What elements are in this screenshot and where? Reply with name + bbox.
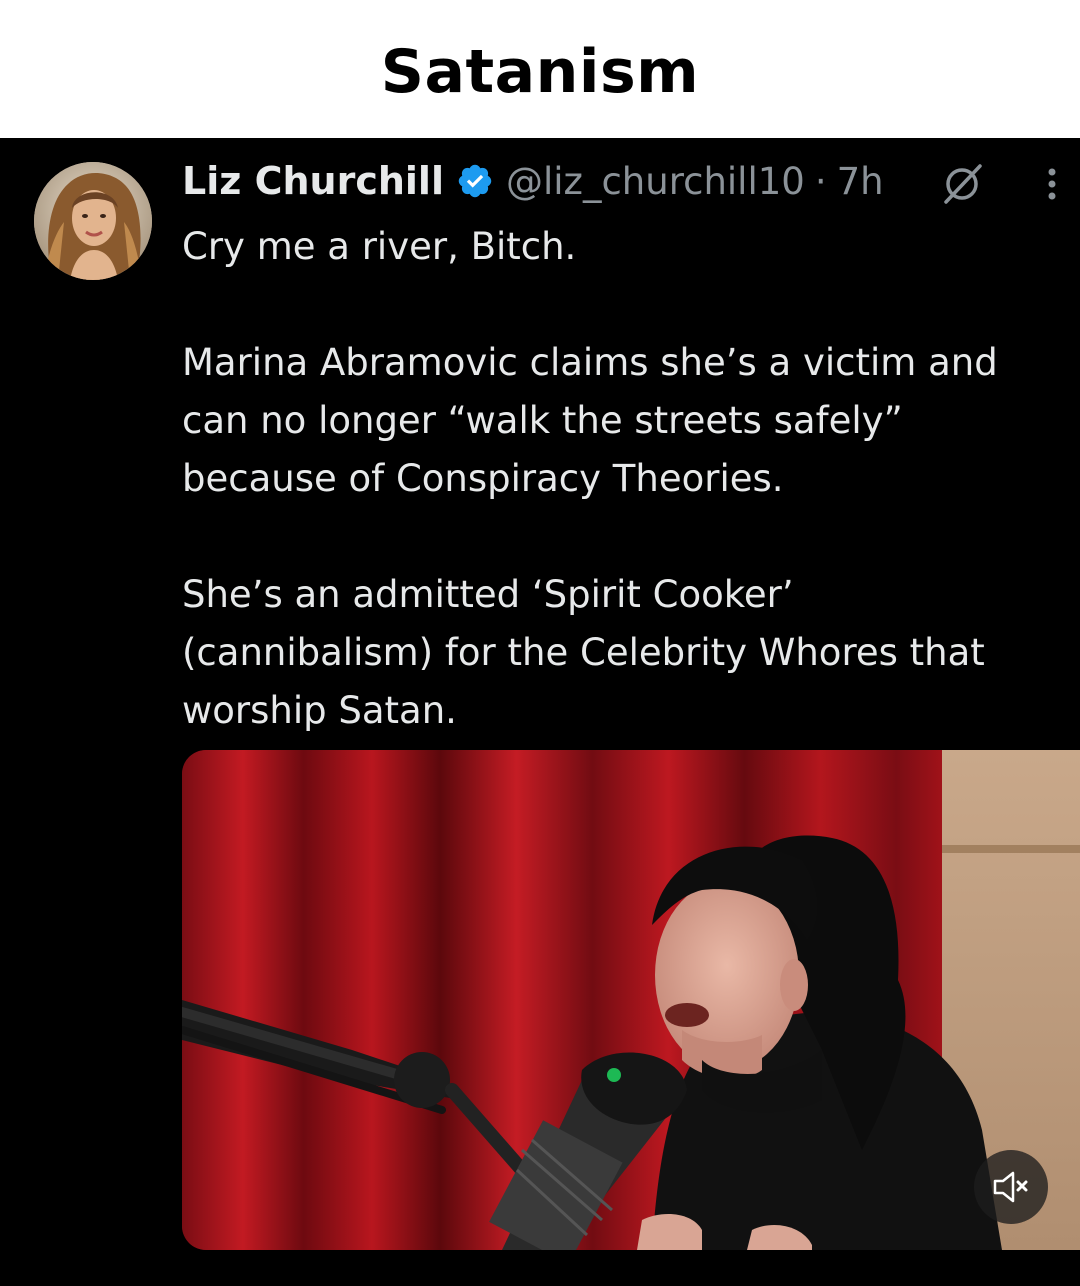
page-title: Satanism xyxy=(380,37,700,107)
tweet-text: Cry me a river, Bitch. Marina Abramovic … xyxy=(182,218,1062,740)
grok-icon[interactable] xyxy=(938,160,986,208)
video-frame xyxy=(182,750,1080,1250)
more-options-icon[interactable] xyxy=(1042,164,1062,204)
tweet-line: because of Conspiracy Theories. xyxy=(182,457,784,500)
tweet[interactable]: Liz Churchill @liz_churchill10 · 7h Cry … xyxy=(0,138,1080,1286)
tweet-line: She’s an admitted ‘Spirit Cooker’ xyxy=(182,573,794,616)
verified-badge-icon xyxy=(456,162,494,200)
tweet-header: Liz Churchill @liz_churchill10 · 7h xyxy=(182,154,1056,208)
post-time[interactable]: 7h xyxy=(837,160,884,203)
mute-button[interactable] xyxy=(974,1150,1048,1224)
tweet-line: (cannibalism) for the Celebrity Whores t… xyxy=(182,631,985,674)
author-handle[interactable]: @liz_churchill10 xyxy=(506,160,805,203)
tweet-line: Marina Abramovic claims she’s a victim a… xyxy=(182,341,998,384)
volume-muted-icon xyxy=(989,1165,1033,1209)
page-header: Satanism xyxy=(0,0,1080,138)
tweet-line: can no longer “walk the streets safely” xyxy=(182,399,903,442)
tweet-line: worship Satan. xyxy=(182,689,457,732)
author-name[interactable]: Liz Churchill xyxy=(182,159,444,203)
avatar[interactable] xyxy=(34,162,152,280)
video-player[interactable] xyxy=(182,750,1080,1250)
tweet-line: Cry me a river, Bitch. xyxy=(182,225,577,268)
separator-dot: · xyxy=(814,159,827,203)
